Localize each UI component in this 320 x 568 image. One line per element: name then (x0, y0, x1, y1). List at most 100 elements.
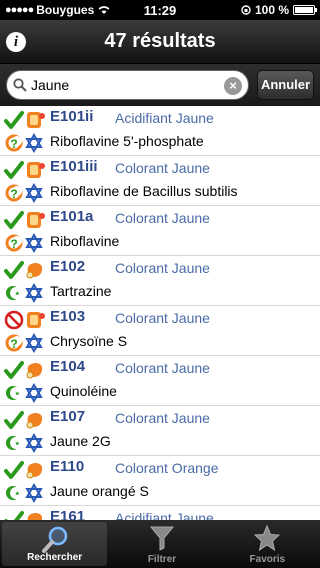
additive-category: Acidifiant Jaune (115, 110, 214, 126)
additive-code: E107 (50, 408, 86, 425)
additive-category: Acidifiant Jaune (115, 510, 214, 520)
meat-icon (26, 463, 43, 479)
signal-dots-icon: ●●●●● (5, 4, 34, 16)
tab-favorites[interactable]: Favoris (215, 520, 320, 568)
question-icon: ? (5, 184, 23, 202)
religious-icons (4, 283, 50, 303)
tab-search[interactable]: Rechercher (2, 522, 108, 566)
funnel-icon (149, 526, 175, 551)
check-icon (4, 511, 24, 520)
crescent-icon (6, 436, 22, 450)
page-title: 47 résultats (104, 30, 216, 52)
additive-category: Colorant Jaune (115, 310, 210, 326)
search-bar: × Annuler (0, 64, 320, 106)
star-icon (254, 524, 281, 552)
status-bar: ●●●●● Bouygues 11:29 100 % (0, 0, 320, 20)
svg-text:?: ? (10, 137, 17, 151)
question-icon: ? (5, 134, 23, 152)
additive-name: Riboflavine de Bacillus subtilis (50, 183, 238, 199)
additive-name: Quinoléine (50, 383, 117, 399)
additive-code: E101iii (50, 158, 98, 175)
religious-icons (4, 483, 50, 503)
additive-category: Colorant Orange (115, 460, 219, 476)
cancel-button[interactable]: Annuler (257, 70, 314, 100)
tab-favorites-label: Favoris (249, 554, 286, 565)
list-item[interactable]: ? E101ii Acidifiant Jaune Riboflavine 5'… (0, 106, 320, 156)
results-list: ? E101ii Acidifiant Jaune Riboflavine 5'… (0, 106, 320, 520)
lock-rotation-icon (241, 5, 251, 15)
clock: 11:29 (143, 2, 177, 18)
search-field[interactable]: × (6, 70, 249, 100)
list-item[interactable]: ? E103 Colorant Jaune Chrysoïne S (0, 306, 320, 356)
list-item[interactable]: E107 Colorant Jaune Jaune 2G (0, 406, 320, 456)
question-icon: ? (5, 234, 23, 252)
battery-icon (293, 5, 317, 15)
list-item[interactable]: E110 Colorant Orange Jaune orangé S (0, 456, 320, 506)
svg-text:?: ? (10, 337, 17, 351)
meat-icon (26, 263, 43, 279)
list-item[interactable]: E161 Acidifiant Jaune (0, 506, 320, 520)
religious-icons: ? (4, 133, 50, 153)
wifi-icon (98, 6, 110, 14)
star-of-david-icon (25, 133, 43, 153)
clear-search-button[interactable]: × (224, 77, 242, 95)
check-icon (4, 111, 24, 129)
status-icons (4, 410, 50, 430)
additive-name: Tartrazine (50, 283, 112, 299)
search-input[interactable] (31, 77, 211, 93)
crescent-icon (6, 386, 22, 400)
magnifier-icon (41, 526, 67, 553)
religious-icons (4, 383, 50, 403)
additive-name: Jaune 2G (50, 433, 111, 449)
religious-icons: ? (4, 333, 50, 353)
search-icon (13, 78, 27, 92)
check-icon (4, 161, 24, 179)
question-icon: ? (5, 334, 23, 352)
additive-category: Colorant Jaune (115, 410, 210, 426)
list-item[interactable]: ? E101a Colorant Jaune Riboflavine (0, 206, 320, 256)
meat-icon (26, 413, 43, 429)
additive-code: E110 (50, 458, 85, 475)
list-item[interactable]: E102 Colorant Jaune Tartrazine (0, 256, 320, 306)
additive-name: Jaune orangé S (50, 483, 149, 499)
star-of-david-icon (25, 433, 43, 453)
status-icons (4, 310, 50, 330)
status-icons (4, 460, 50, 480)
star-of-david-icon (25, 383, 43, 403)
info-button[interactable]: i (6, 32, 26, 52)
tab-filter-label: Filtrer (147, 554, 177, 565)
additive-code: E101ii (50, 108, 94, 125)
status-icons (4, 210, 50, 230)
star-of-david-icon (25, 283, 43, 303)
religious-icons: ? (4, 183, 50, 203)
nav-bar: i 47 résultats (0, 20, 320, 64)
svg-text:?: ? (10, 187, 17, 201)
additive-code: E161 (50, 508, 86, 520)
additive-code: E103 (50, 308, 86, 325)
wheat-icon (27, 212, 45, 228)
list-item[interactable]: E104 Colorant Jaune Quinoléine (0, 356, 320, 406)
meat-icon (27, 513, 43, 520)
svg-text:?: ? (10, 237, 17, 251)
check-icon (4, 461, 24, 479)
check-icon (4, 411, 24, 429)
check-icon (4, 361, 24, 379)
status-icons (4, 510, 50, 520)
star-of-david-icon (25, 233, 43, 253)
wheat-icon (27, 312, 45, 328)
carrier-label: Bouygues (36, 3, 95, 17)
additive-name: Riboflavine (50, 233, 120, 249)
check-icon (4, 261, 24, 279)
additive-category: Colorant Jaune (115, 260, 210, 276)
forbidden-icon (4, 310, 24, 330)
list-item[interactable]: ? E101iii Colorant Jaune Riboflavine de … (0, 156, 320, 206)
star-of-david-icon (25, 333, 43, 353)
status-icons (4, 110, 50, 130)
crescent-icon (6, 286, 22, 300)
star-of-david-icon (25, 483, 43, 503)
tab-filter[interactable]: Filtrer (109, 520, 214, 568)
religious-icons (4, 433, 50, 453)
status-icons (4, 260, 50, 280)
meat-icon (26, 363, 43, 379)
wheat-icon (27, 162, 45, 178)
